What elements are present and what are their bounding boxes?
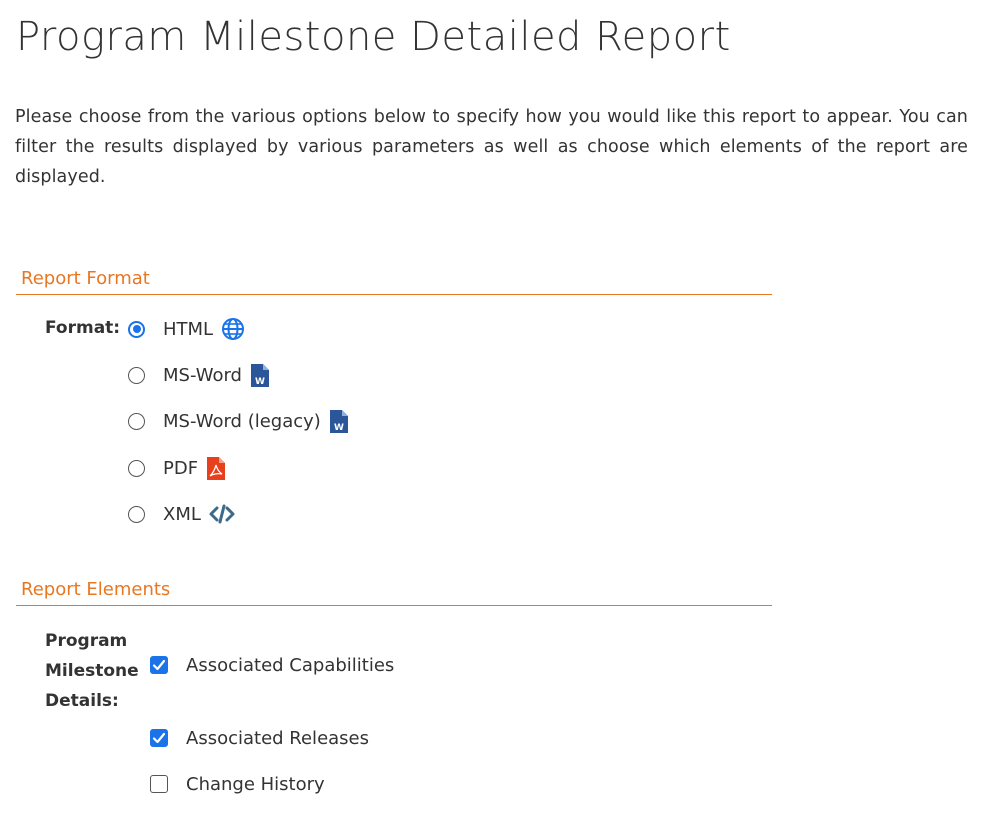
report-format-heading: Report Format (16, 266, 772, 295)
report-configuration-page: Program Milestone Detailed Report Please… (0, 0, 1000, 817)
word-icon: W (329, 409, 349, 434)
format-option-pdf[interactable]: PDF (128, 454, 226, 482)
change-history-option[interactable]: Change History (150, 770, 325, 798)
associated-releases-option[interactable]: Associated Releases (150, 724, 369, 752)
globe-icon (221, 317, 245, 341)
change-history-checkbox[interactable] (150, 775, 168, 793)
svg-text:W: W (334, 423, 344, 433)
intro-text: Please choose from the various options b… (15, 107, 968, 187)
format-option-xml[interactable]: XML (128, 500, 235, 528)
associated-capabilities-checkbox[interactable] (150, 656, 168, 674)
format-option-ms-word-legacy[interactable]: MS-Word (legacy) W (128, 407, 349, 435)
pdf-option-label: PDF (163, 457, 199, 479)
associated-releases-checkbox[interactable] (150, 729, 168, 747)
page-title: Program Milestone Detailed Report (16, 14, 731, 60)
code-icon (209, 503, 235, 525)
pdf-icon (206, 456, 226, 481)
format-label: Format: (45, 318, 121, 338)
label-line-2: Milestone (45, 661, 139, 681)
format-option-ms-word[interactable]: MS-Word W (128, 361, 270, 389)
report-elements-heading: Report Elements (16, 577, 772, 606)
pdf-radio[interactable] (128, 459, 145, 477)
associated-releases-label: Associated Releases (186, 727, 369, 749)
html-option-label: HTML (163, 318, 214, 340)
xml-radio[interactable] (128, 505, 145, 523)
svg-text:W: W (255, 377, 265, 387)
ms-word-legacy-radio[interactable] (128, 412, 145, 430)
word-icon: W (250, 363, 270, 388)
html-radio[interactable] (128, 320, 145, 338)
format-option-html[interactable]: HTML (128, 315, 245, 343)
change-history-label: Change History (186, 773, 325, 795)
program-milestone-details-label: Program Milestone Details: (45, 626, 139, 716)
label-line-1: Program (45, 631, 128, 651)
associated-capabilities-option[interactable]: Associated Capabilities (150, 651, 394, 679)
xml-option-label: XML (163, 503, 201, 525)
ms-word-option-label: MS-Word (163, 364, 242, 386)
ms-word-legacy-option-label: MS-Word (legacy) (163, 410, 321, 432)
associated-capabilities-label: Associated Capabilities (186, 654, 395, 676)
label-line-3: Details: (45, 691, 119, 711)
ms-word-radio[interactable] (128, 366, 145, 384)
